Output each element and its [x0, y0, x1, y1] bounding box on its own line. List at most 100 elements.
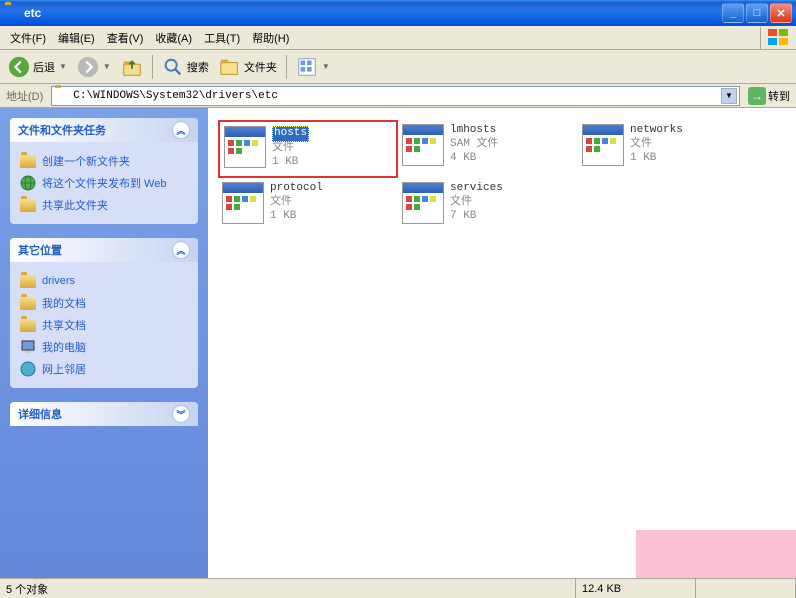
statusbar: 5 个对象 12.4 KB [0, 578, 796, 598]
file-item-protocol[interactable]: protocol 文件 1 KB [218, 178, 398, 236]
file-info: hosts 文件 1 KB [272, 126, 309, 169]
panel-tasks: 文件和文件夹任务 ︽ 创建一个新文件夹 将这个文件夹发布到 Web 共享此文件夹 [10, 118, 198, 224]
place-my-documents[interactable]: 我的文档 [20, 292, 188, 314]
file-name: networks [630, 124, 683, 138]
menu-favorites[interactable]: 收藏(A) [149, 27, 198, 49]
panel-places: 其它位置 ︽ drivers 我的文档 共享文档 我的电脑 [10, 238, 198, 388]
search-label: 搜索 [187, 59, 209, 75]
go-arrow-icon: → [748, 87, 766, 105]
address-dropdown-icon[interactable]: ▼ [721, 88, 737, 104]
forward-button[interactable]: ▼ [73, 53, 115, 81]
titlebar: etc _ □ ✕ [0, 0, 796, 26]
panel-places-header[interactable]: 其它位置 ︽ [10, 238, 198, 262]
place-drivers[interactable]: drivers [20, 270, 188, 292]
status-size: 12.4 KB [576, 579, 696, 598]
expand-icon[interactable]: ︾ [172, 405, 190, 423]
menu-help[interactable]: 帮助(H) [246, 27, 295, 49]
file-icon [402, 124, 444, 166]
folder-icon [4, 5, 20, 21]
file-info: lmhosts SAM 文件 4 KB [450, 124, 498, 165]
computer-icon [20, 339, 36, 355]
task-publish-web[interactable]: 将这个文件夹发布到 Web [20, 172, 188, 194]
back-dropdown-icon[interactable]: ▼ [59, 62, 67, 71]
window-title: etc [24, 6, 722, 20]
network-icon [20, 361, 36, 377]
views-dropdown-icon[interactable]: ▼ [322, 62, 330, 71]
minimize-button[interactable]: _ [722, 3, 744, 23]
folder-icon [20, 317, 36, 333]
file-name: lmhosts [450, 124, 498, 138]
share-icon [20, 197, 36, 213]
panel-details-title: 详细信息 [18, 406, 62, 422]
file-item-networks[interactable]: networks 文件 1 KB [578, 120, 758, 178]
file-list: hosts 文件 1 KB lmhosts SAM 文件 4 KB networ… [218, 120, 786, 236]
windows-logo-icon [760, 27, 796, 49]
file-name: services [450, 182, 503, 196]
file-icon [402, 182, 444, 224]
content-pane[interactable]: hosts 文件 1 KB lmhosts SAM 文件 4 KB networ… [208, 108, 796, 578]
file-name: protocol [270, 182, 323, 196]
file-info: networks 文件 1 KB [630, 124, 683, 165]
folder-icon [54, 88, 70, 104]
file-info: services 文件 7 KB [450, 182, 503, 223]
up-button[interactable] [117, 53, 147, 81]
panel-tasks-title: 文件和文件夹任务 [18, 122, 106, 138]
file-item-lmhosts[interactable]: lmhosts SAM 文件 4 KB [398, 120, 578, 178]
separator [152, 55, 153, 79]
file-icon [222, 182, 264, 224]
menu-file[interactable]: 文件(F) [4, 27, 52, 49]
separator [286, 55, 287, 79]
menubar: 文件(F) 编辑(E) 查看(V) 收藏(A) 工具(T) 帮助(H) [0, 26, 796, 50]
menu-edit[interactable]: 编辑(E) [52, 27, 101, 49]
file-size: 1 KB [272, 156, 309, 170]
menu-tools[interactable]: 工具(T) [198, 27, 246, 49]
place-shared-documents[interactable]: 共享文档 [20, 314, 188, 336]
folders-button[interactable]: 文件夹 [215, 53, 281, 81]
go-label: 转到 [768, 88, 790, 104]
file-size: 1 KB [630, 152, 683, 166]
file-size: 7 KB [450, 210, 503, 224]
task-share-folder[interactable]: 共享此文件夹 [20, 194, 188, 216]
address-label: 地址(D) [2, 88, 47, 104]
folder-icon [20, 295, 36, 311]
panel-details-header[interactable]: 详细信息 ︾ [10, 402, 198, 426]
window-controls: _ □ ✕ [722, 3, 792, 23]
file-type: 文件 [270, 196, 323, 210]
collapse-icon[interactable]: ︽ [172, 241, 190, 259]
place-my-computer[interactable]: 我的电脑 [20, 336, 188, 358]
address-combo[interactable]: C:\WINDOWS\System32\drivers\etc ▼ [51, 86, 740, 106]
forward-dropdown-icon[interactable]: ▼ [103, 62, 111, 71]
maximize-button[interactable]: □ [746, 3, 768, 23]
folder-icon [20, 273, 36, 289]
new-folder-icon [20, 153, 36, 169]
file-item-services[interactable]: services 文件 7 KB [398, 178, 578, 236]
file-type: SAM 文件 [450, 138, 498, 152]
file-type: 文件 [272, 142, 309, 156]
address-path: C:\WINDOWS\System32\drivers\etc [73, 90, 721, 102]
back-button[interactable]: 后退 ▼ [4, 53, 71, 81]
task-new-folder[interactable]: 创建一个新文件夹 [20, 150, 188, 172]
status-zone [696, 579, 796, 598]
file-type: 文件 [630, 138, 683, 152]
addressbar: 地址(D) C:\WINDOWS\System32\drivers\etc ▼ … [0, 84, 796, 108]
folders-label: 文件夹 [244, 59, 277, 75]
menu-view[interactable]: 查看(V) [101, 27, 150, 49]
collapse-icon[interactable]: ︽ [172, 121, 190, 139]
file-item-hosts[interactable]: hosts 文件 1 KB [218, 120, 398, 178]
pink-overlay [636, 530, 796, 578]
go-button[interactable]: → 转到 [744, 86, 794, 106]
status-count: 5 个对象 [0, 579, 576, 598]
file-size: 1 KB [270, 210, 323, 224]
place-network[interactable]: 网上邻居 [20, 358, 188, 380]
panel-tasks-header[interactable]: 文件和文件夹任务 ︽ [10, 118, 198, 142]
sidebar: 文件和文件夹任务 ︽ 创建一个新文件夹 将这个文件夹发布到 Web 共享此文件夹 [0, 108, 208, 578]
views-button[interactable]: ▼ [292, 53, 334, 81]
search-button[interactable]: 搜索 [158, 53, 213, 81]
back-label: 后退 [33, 59, 55, 75]
file-type: 文件 [450, 196, 503, 210]
panel-places-title: 其它位置 [18, 242, 62, 258]
file-size: 4 KB [450, 152, 498, 166]
main-area: 文件和文件夹任务 ︽ 创建一个新文件夹 将这个文件夹发布到 Web 共享此文件夹 [0, 108, 796, 578]
close-button[interactable]: ✕ [770, 3, 792, 23]
toolbar: 后退 ▼ ▼ 搜索 文件夹 ▼ [0, 50, 796, 84]
